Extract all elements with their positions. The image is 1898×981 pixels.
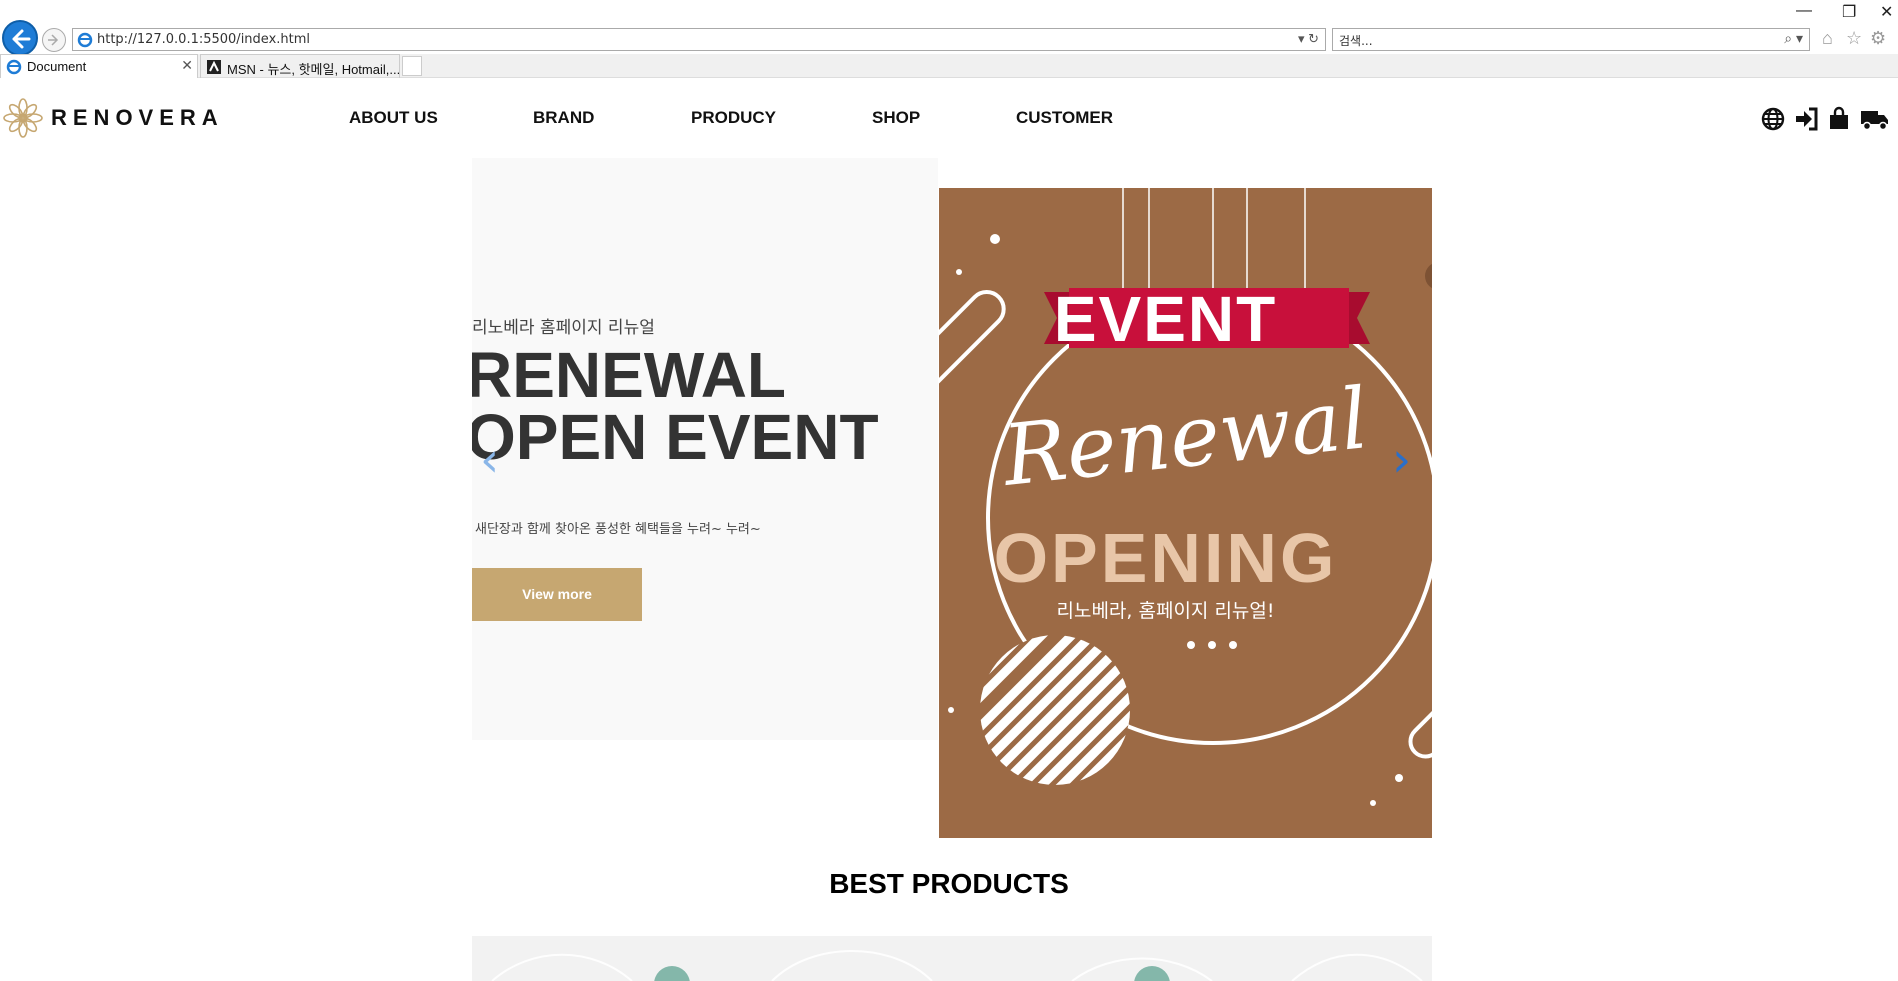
next-slide-arrow-icon[interactable]: › bbox=[1392, 436, 1411, 484]
msn-icon bbox=[207, 60, 221, 74]
close-tab-icon[interactable]: ✕ bbox=[181, 57, 193, 74]
back-button[interactable] bbox=[2, 20, 38, 56]
best-products-title: BEST PRODUCTS bbox=[829, 868, 1069, 899]
event-poster: EVENT Renewal OPENING 리노베라, 홈페이지 리뉴얼! bbox=[939, 188, 1432, 838]
ie-page-icon bbox=[77, 32, 93, 48]
hero-slider: 리노베라 홈페이지 리뉴얼 RENEWAL OPEN EVENT 새단장과 함께… bbox=[472, 158, 1432, 838]
nav-customer[interactable]: CUSTOMER bbox=[1016, 108, 1113, 128]
tab-label: Document bbox=[27, 59, 87, 74]
nav-shop[interactable]: SHOP bbox=[872, 108, 920, 128]
hero-description: 새단장과 함께 찾아온 풍성한 혜택들을 누려~ 누려~ bbox=[475, 522, 761, 537]
logo[interactable]: RENOVERA bbox=[3, 98, 224, 138]
close-window-icon[interactable]: ✕ bbox=[1880, 2, 1893, 22]
logo-flower-icon bbox=[3, 98, 43, 138]
tab-strip: Document ✕ MSN - 뉴스, 핫메일, Hotmail,... bbox=[0, 54, 1898, 78]
browser-search-box[interactable]: 검색... ⌕ ▾ bbox=[1332, 28, 1810, 51]
hero-subtitle: 리노베라 홈페이지 리뉴얼 bbox=[472, 318, 655, 338]
url-text: http://127.0.0.1:5500/index.html bbox=[97, 32, 311, 47]
best-products-banner bbox=[472, 936, 1432, 981]
headline-line-2: OPEN EVENT bbox=[472, 401, 879, 473]
minimize-icon[interactable]: — bbox=[1796, 2, 1812, 20]
browser-chrome: http://127.0.0.1:5500/index.html ▾ ↻ 검색.… bbox=[0, 0, 1898, 78]
poster-ribbon-text: EVENT bbox=[1053, 283, 1278, 355]
forward-arrow-icon bbox=[48, 34, 59, 46]
home-icon[interactable]: ⌂ bbox=[1822, 28, 1833, 49]
logo-text: RENOVERA bbox=[51, 105, 224, 130]
nav-brand[interactable]: BRAND bbox=[533, 108, 594, 128]
hero-headline: RENEWAL OPEN EVENT bbox=[472, 339, 879, 473]
ie-tab-icon bbox=[6, 59, 22, 75]
shopping-bag-icon[interactable] bbox=[1826, 106, 1852, 132]
back-arrow-icon bbox=[12, 29, 31, 49]
headline-line-1: RENEWAL bbox=[472, 339, 786, 411]
tab-msn[interactable]: MSN - 뉴스, 핫메일, Hotmail,... bbox=[200, 54, 400, 78]
hero-text-panel: 리노베라 홈페이지 리뉴얼 RENEWAL OPEN EVENT 새단장과 함께… bbox=[472, 158, 938, 740]
address-bar[interactable]: http://127.0.0.1:5500/index.html ▾ ↻ bbox=[72, 28, 1326, 51]
nav-producy[interactable]: PRODUCY bbox=[691, 108, 776, 128]
tab-document[interactable]: Document ✕ bbox=[0, 54, 198, 78]
website: RENOVERA ABOUT US BRAND PRODUCY SHOP CUS… bbox=[0, 78, 1898, 981]
settings-gear-icon[interactable]: ⚙ bbox=[1870, 28, 1886, 49]
nav-about-us[interactable]: ABOUT US bbox=[349, 108, 438, 128]
favorites-star-icon[interactable]: ☆ bbox=[1846, 28, 1862, 49]
view-more-button[interactable]: View more bbox=[472, 568, 642, 621]
tab-label: MSN - 뉴스, 핫메일, Hotmail,... bbox=[227, 62, 400, 77]
new-tab-button[interactable] bbox=[402, 56, 422, 76]
restore-icon[interactable]: ❐ bbox=[1842, 2, 1856, 22]
globe-icon[interactable] bbox=[1760, 106, 1786, 132]
forward-button[interactable] bbox=[42, 28, 66, 52]
refresh-icon[interactable]: ▾ ↻ bbox=[1298, 31, 1319, 47]
search-icon[interactable]: ⌕ ▾ bbox=[1784, 30, 1803, 47]
truck-icon[interactable] bbox=[1860, 106, 1890, 132]
poster-caption: 리노베라, 홈페이지 리뉴얼! bbox=[1056, 600, 1275, 622]
leaf-pattern bbox=[491, 950, 1423, 981]
sign-in-icon[interactable] bbox=[1794, 106, 1820, 132]
poster-opening-text: OPENING bbox=[993, 519, 1338, 597]
prev-slide-arrow-icon[interactable]: ‹ bbox=[480, 436, 499, 484]
search-placeholder: 검색... bbox=[1339, 34, 1373, 48]
